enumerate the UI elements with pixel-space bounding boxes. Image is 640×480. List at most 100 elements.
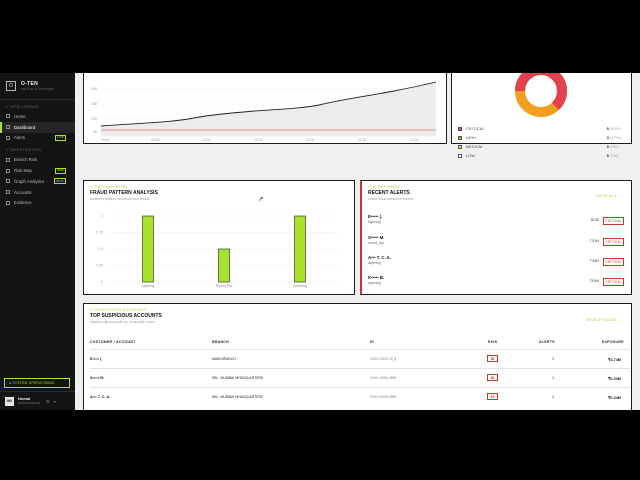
mouse-cursor-icon: ➚: [258, 196, 264, 203]
severity-row-critical: CRITICAL 5 (63%): [458, 124, 625, 133]
home-icon: [6, 114, 10, 119]
recent-alerts-card: // ALERT FEED RECENT ALERTS Latest fraud…: [360, 180, 632, 295]
severity-pct: (63%): [610, 126, 622, 131]
x-tick-label: 10:00: [202, 138, 211, 142]
severity-row-low: LOW 0 (0%): [458, 151, 625, 160]
nav-section-investigation: // INVESTIGATION: [6, 148, 42, 153]
critical-swatch: [458, 126, 462, 131]
column-header-id[interactable]: ID: [370, 340, 374, 344]
y-tick-label: 0: [101, 280, 103, 284]
severity-pct: (37%): [610, 135, 622, 140]
table-divider: [90, 349, 630, 350]
card-subtitle: Latest fraud detection events: [368, 197, 413, 201]
severity-pct: (0%): [610, 153, 619, 158]
sidebar-item-label: Graph Analytics: [14, 178, 45, 184]
card-title: RECENT ALERTS: [368, 190, 410, 196]
y-tick-label: 50: [93, 130, 97, 134]
cell-exposure: ₹4.74M: [608, 358, 621, 362]
column-header-exposure[interactable]: EXPOSURE: [602, 340, 624, 344]
alert-item[interactable]: K••••• B. layering T3:5M CRITICAL: [362, 275, 632, 295]
sidebar-item-home[interactable]: Home: [0, 111, 75, 122]
beta-badge: BETA: [54, 178, 66, 185]
risk-score-badge: 86: [487, 374, 498, 381]
card-label: // SUSPICIOUS ACCOUNTS: [90, 308, 148, 312]
sidebar-item-dashboard[interactable]: Dashboard: [0, 121, 75, 133]
column-header-alerts[interactable]: ALERTS: [539, 340, 555, 344]
severity-label: CRITICAL: [466, 126, 485, 131]
x-tick-label: Round Trip: [216, 284, 232, 288]
column-header-risk[interactable]: RISK: [488, 340, 498, 344]
x-tick-label: 11:30: [358, 138, 366, 142]
cell-id: XXXX-XXXX-4890: [370, 395, 397, 399]
severity-label: MEDIUM: [466, 144, 483, 149]
branch-icon: [6, 157, 10, 162]
fraud-pattern-card: // PATTERN INTEL FRAUD PATTERN ANALYSIS …: [83, 180, 355, 295]
sidebar-item-graph-analytics[interactable]: Graph Analytics BETA: [0, 176, 75, 187]
severity-badge: CRITICAL: [602, 216, 624, 225]
sidebar-item-label: Home: [14, 113, 26, 119]
alert-item[interactable]: S••••• M. round_trip T3:3H CRITICAL: [362, 235, 632, 255]
cell-customer: E••••• (.: [90, 357, 103, 361]
graph-icon: [6, 179, 10, 184]
x-tick-label: 09:00: [101, 138, 110, 142]
risk-score-badge: 87: [487, 393, 498, 400]
sidebar: O O-TEN FRAUD PLATFORM // INTELLIGENCE H…: [0, 73, 75, 410]
cell-customer: A••• T. C. A.: [90, 395, 111, 399]
x-tick-label: 09:30: [151, 138, 160, 142]
brand: O O-TEN FRAUD PLATFORM: [0, 73, 75, 100]
column-header-branch[interactable]: BRANCH: [212, 340, 229, 344]
sidebar-item-alerts[interactable]: Alerts LIVE: [0, 133, 75, 144]
bar-round-trip[interactable]: [218, 248, 230, 283]
sidebar-item-evidence[interactable]: Evidence: [0, 198, 75, 209]
severity-donut-chart: [515, 73, 567, 117]
sidebar-item-accounts[interactable]: Accounts: [0, 187, 75, 198]
severity-value: 0: [606, 153, 609, 158]
severity-value: 0: [606, 144, 609, 149]
dashboard-icon: [6, 125, 10, 130]
severity-value: 5: [606, 126, 609, 131]
column-header-customer[interactable]: CUSTOMER / ACCOUNT: [90, 340, 136, 344]
severity-pct: (0%): [610, 144, 619, 149]
severity-value: 3: [606, 135, 609, 140]
avatar: INV: [5, 396, 14, 406]
y-tick-label: 150: [91, 102, 97, 106]
user-panel[interactable]: INV Nomal INVESTIGATOR ⚙ ⇥: [0, 391, 75, 410]
y-tick-label: 0.25: [96, 264, 103, 268]
cell-alerts: 1: [552, 376, 555, 380]
cell-branch: SBI - MUMBAI HEADQUARTERS: [212, 376, 264, 380]
settings-icon[interactable]: ⚙: [46, 399, 50, 404]
x-tick-label: Smurfing: [293, 284, 306, 288]
logo-icon: O: [6, 81, 16, 91]
sidebar-item-label: Risk Map: [14, 168, 32, 174]
fraud-pattern-bar-chart: 1 0.75 0.5 0.25 0 Layering Round Trip Smurfing: [96, 214, 338, 288]
evidence-icon: [6, 200, 10, 205]
sidebar-item-label: Alerts: [14, 135, 25, 141]
sidebar-item-branch-risk[interactable]: Branch Risk: [0, 154, 75, 165]
severity-label: LOW: [466, 153, 476, 158]
medium-swatch: [458, 144, 462, 149]
table-divider: [90, 368, 630, 369]
severity-label: HIGH: [466, 135, 477, 140]
risk-score-badge: 86: [487, 355, 498, 362]
card-subtitle: Highest risk accounts by composite score: [90, 320, 155, 324]
brand-subtitle: FRAUD PLATFORM: [21, 86, 54, 91]
investigate-link[interactable]: INVESTIGATE →: [587, 317, 623, 322]
cell-exposure: ₹0.03M: [608, 377, 621, 381]
sidebar-item-risk-map[interactable]: Risk Map NEW: [0, 165, 75, 176]
alert-time: T3:3H: [589, 239, 599, 243]
card-subtitle: Detected pattern frequency this period: [90, 197, 150, 201]
logout-icon[interactable]: ⇥: [53, 399, 56, 404]
alert-item[interactable]: E••••• (. layering NOW CRITICAL: [362, 214, 632, 234]
cell-id: XXXX-XXXX-4890: [370, 376, 397, 380]
bar-layering[interactable]: [142, 215, 154, 283]
alert-time: T3:6H: [589, 259, 599, 263]
severity-badge: CRITICAL: [602, 237, 624, 246]
alert-time: T3:5M: [589, 279, 599, 283]
bar-smurfing[interactable]: [294, 215, 306, 283]
x-tick-label: 11:00: [306, 138, 314, 142]
suspicious-accounts-card: // SUSPICIOUS ACCOUNTS TOP SUSPICIOUS AC…: [83, 303, 632, 410]
view-all-link[interactable]: VIEW ALL →: [596, 193, 623, 198]
alert-item[interactable]: A••• T. C. A. layering T3:6H CRITICAL: [362, 255, 632, 275]
system-status: ● SYSTEM OPERATIONAL: [4, 378, 70, 388]
cell-branch: MAIN BRANCH: [212, 357, 236, 361]
